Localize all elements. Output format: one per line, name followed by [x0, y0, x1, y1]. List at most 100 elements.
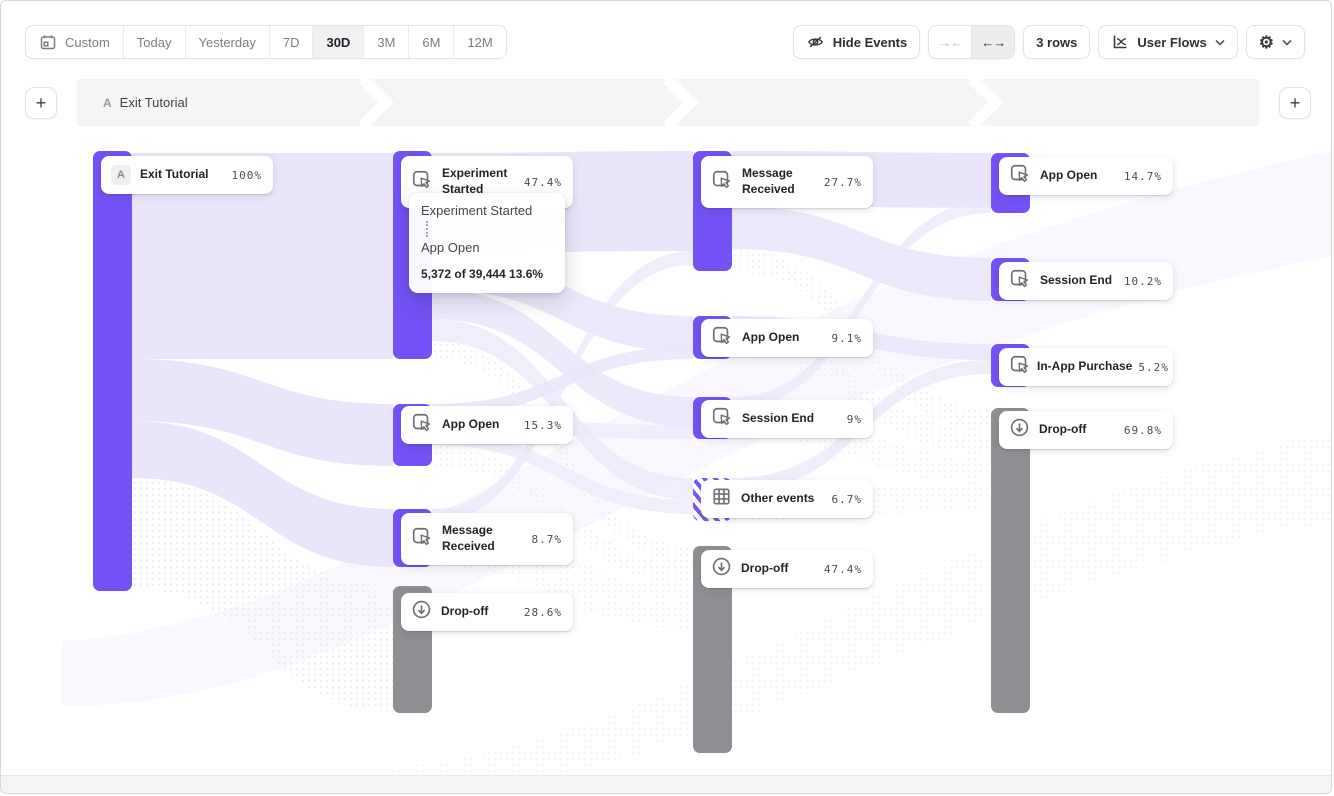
node-value: 10.2% — [1124, 275, 1162, 288]
tooltip-connector-dotted-line — [426, 221, 428, 237]
node-value: 47.4% — [524, 176, 562, 189]
flow-bar-exit-tutorial[interactable] — [93, 151, 132, 591]
add-step-before-button[interactable]: + — [25, 87, 57, 119]
column-width-segmented-control: →← ←→ — [928, 25, 1015, 59]
event-icon — [411, 412, 433, 439]
eye-off-icon — [806, 33, 825, 51]
hide-events-button[interactable]: Hide Events — [793, 25, 920, 59]
tooltip-source-event: Experiment Started — [421, 203, 553, 218]
node-card-other-events-3[interactable]: Other events 6.7% — [701, 480, 873, 518]
flow-chart-icon — [1111, 33, 1129, 51]
date-range-6m[interactable]: 6M — [408, 26, 453, 58]
node-value: 15.3% — [524, 419, 562, 432]
event-icon — [711, 406, 733, 433]
node-label: App Open — [1040, 168, 1097, 184]
node-label: Exit Tutorial — [140, 167, 208, 183]
node-label: Message Received — [442, 523, 523, 554]
date-range-7d[interactable]: 7D — [269, 26, 313, 58]
node-label: Session End — [1040, 273, 1112, 289]
gear-icon: ⚙ — [1259, 34, 1274, 51]
node-label: Message Received — [742, 166, 815, 197]
node-label: Drop-off — [741, 561, 788, 577]
node-label: Session End — [742, 411, 814, 427]
collapse-columns-button[interactable]: →← — [929, 26, 971, 58]
view-selector-label: User Flows — [1137, 35, 1206, 50]
flow-bar-dropoff-4[interactable] — [991, 408, 1030, 713]
event-icon — [1009, 354, 1031, 381]
steps-banner: A Exit Tutorial — [77, 79, 1259, 126]
date-range-group: Custom Today Yesterday 7D 30D 3M 6M 12M — [25, 25, 507, 59]
event-icon — [711, 325, 733, 352]
node-value: 47.4% — [824, 563, 862, 576]
rows-label: 3 rows — [1036, 35, 1077, 50]
step-a-letter: A — [103, 96, 112, 110]
node-card-app-open-4[interactable]: App Open 14.7% — [999, 157, 1173, 195]
node-value: 100% — [232, 169, 263, 182]
event-icon — [711, 169, 733, 196]
step-a-label[interactable]: A Exit Tutorial — [103, 79, 188, 126]
step-letter-chip: A — [111, 165, 131, 185]
node-value: 5.2% — [1138, 361, 1169, 374]
chevron-down-icon — [1282, 39, 1292, 46]
date-range-today[interactable]: Today — [123, 26, 185, 58]
step-a-name: Exit Tutorial — [120, 95, 188, 110]
node-value: 14.7% — [1124, 170, 1162, 183]
node-value: 28.6% — [524, 606, 562, 619]
link — [732, 206, 991, 301]
date-range-30d-active[interactable]: 30D — [312, 26, 363, 58]
link-tooltip: Experiment Started App Open 5,372 of 39,… — [409, 193, 565, 293]
node-value: 6.7% — [832, 493, 863, 506]
view-selector-button[interactable]: User Flows — [1098, 25, 1237, 59]
dropoff-icon — [711, 556, 732, 582]
node-label: Other events — [741, 491, 814, 507]
node-card-message-received-2[interactable]: Message Received 8.7% — [401, 513, 573, 565]
dropoff-icon — [1009, 417, 1030, 443]
node-label: Drop-off — [1039, 422, 1086, 438]
arrows-expand-icon: ←→ — [981, 35, 1005, 50]
event-icon — [411, 169, 433, 196]
node-label: App Open — [442, 417, 499, 433]
rows-button[interactable]: 3 rows — [1023, 25, 1090, 59]
tooltip-stat: 5,372 of 39,444 13.6% — [421, 267, 553, 281]
event-icon — [1009, 268, 1031, 295]
node-card-app-open-2[interactable]: App Open 15.3% — [401, 406, 573, 444]
plus-icon: + — [1290, 93, 1301, 114]
node-value: 8.7% — [532, 533, 563, 546]
event-icon — [411, 526, 433, 553]
node-card-session-end-3[interactable]: Session End 9% — [701, 400, 873, 438]
date-range-yesterday[interactable]: Yesterday — [185, 26, 269, 58]
plus-icon: + — [36, 93, 47, 114]
footer-strip — [1, 775, 1331, 793]
calendar-icon — [39, 33, 57, 51]
node-label: Drop-off — [441, 604, 488, 620]
node-card-dropoff-2[interactable]: Drop-off 28.6% — [401, 593, 573, 631]
arrows-collapse-icon: →← — [938, 35, 962, 50]
node-label: In-App Purchase — [1037, 359, 1132, 375]
expand-columns-button[interactable]: ←→ — [971, 26, 1014, 58]
node-card-exit-tutorial[interactable]: A Exit Tutorial 100% — [101, 156, 273, 194]
node-card-dropoff-4[interactable]: Drop-off 69.8% — [999, 411, 1173, 449]
node-value: 9.1% — [832, 332, 863, 345]
date-range-3m[interactable]: 3M — [363, 26, 408, 58]
hide-events-label: Hide Events — [833, 35, 907, 50]
node-card-in-app-purchase-4[interactable]: In-App Purchase 5.2% — [999, 348, 1173, 386]
add-step-after-button[interactable]: + — [1279, 87, 1311, 119]
settings-button[interactable]: ⚙ — [1246, 25, 1305, 59]
node-card-session-end-4[interactable]: Session End 10.2% — [999, 262, 1173, 300]
node-label: App Open — [742, 330, 799, 346]
grid-icon — [711, 486, 732, 512]
step-divider-chevron — [359, 79, 395, 126]
date-range-label: Custom — [65, 35, 110, 50]
node-card-dropoff-3[interactable]: Drop-off 47.4% — [701, 550, 873, 588]
node-card-app-open-3[interactable]: App Open 9.1% — [701, 319, 873, 357]
node-value: 9% — [847, 413, 862, 426]
top-toolbar: Custom Today Yesterday 7D 30D 3M 6M 12M … — [1, 1, 1331, 67]
node-card-message-received-3[interactable]: Message Received 27.7% — [701, 156, 873, 208]
node-value: 27.7% — [824, 176, 862, 189]
user-flows-app: Custom Today Yesterday 7D 30D 3M 6M 12M … — [0, 0, 1332, 794]
date-range-12m[interactable]: 12M — [453, 26, 505, 58]
step-divider-chevron — [969, 79, 1005, 126]
dropoff-icon — [411, 599, 432, 625]
date-range-custom[interactable]: Custom — [26, 26, 123, 58]
step-divider-chevron — [664, 79, 700, 126]
